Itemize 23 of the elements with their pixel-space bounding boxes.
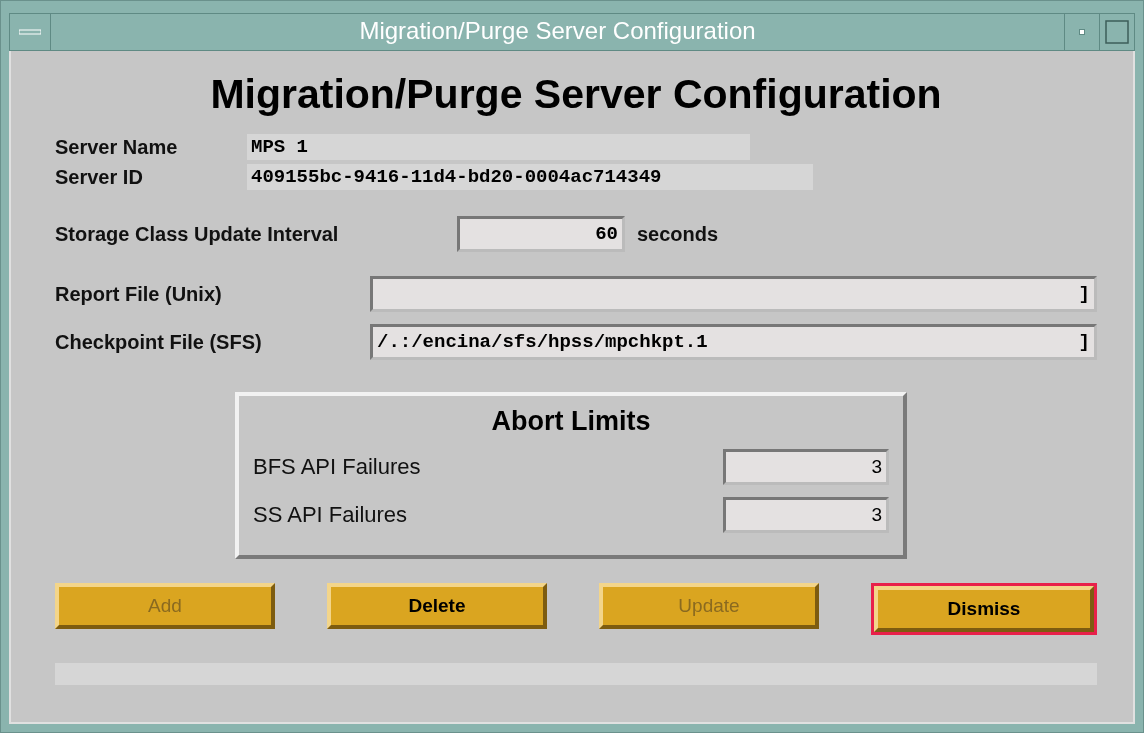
field-label: Storage Class Update Interval xyxy=(55,222,340,246)
window-title: Migration/Purge Server Configuration xyxy=(358,16,757,46)
dialog-heading: Migration/Purge Server Configuration xyxy=(209,71,943,118)
maximize-icon xyxy=(1105,20,1129,44)
minimize-icon xyxy=(1079,29,1085,35)
value-display: MPS 1 xyxy=(247,134,750,160)
panel-title: Abort Limits xyxy=(490,406,652,437)
field-label: Server ID xyxy=(55,165,144,189)
menu-bar-icon xyxy=(19,29,41,35)
unit-label: seconds xyxy=(637,222,720,246)
field-label: Report File (Unix) xyxy=(55,282,223,306)
delete-button[interactable]: Delete xyxy=(327,583,547,629)
limit-field[interactable]: 3 xyxy=(723,449,889,485)
file-field[interactable]: ] xyxy=(370,276,1097,312)
value-display: 409155bc-9416-11d4-bd20-0004ac714349 xyxy=(247,164,813,190)
field-label: Checkpoint File (SFS) xyxy=(55,330,263,354)
field-label: SS API Failures xyxy=(253,502,408,528)
field-label: Server Name xyxy=(55,135,179,159)
limit-field[interactable]: 3 xyxy=(723,497,889,533)
file-field[interactable]: /.:/encina/sfs/hpss/mpchkpt.1 ] xyxy=(370,324,1097,360)
dismiss-button[interactable]: Dismiss xyxy=(874,586,1094,632)
field-label: BFS API Failures xyxy=(253,454,421,480)
interval-field[interactable]: 60 xyxy=(457,216,625,252)
